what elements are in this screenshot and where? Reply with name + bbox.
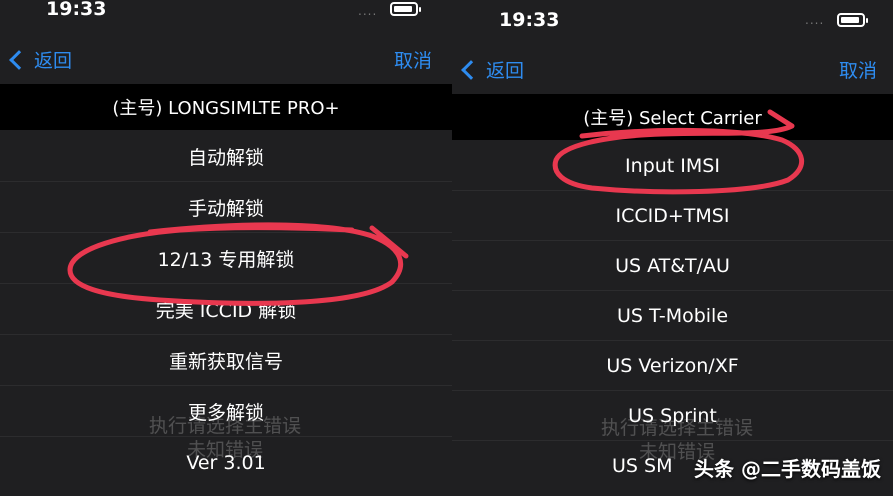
left-screenshot: 19:33 .... 返回 取消 (主号) LONGSIMLTE PRO+ 自动… [0, 0, 452, 496]
cancel-button[interactable]: 取消 [394, 46, 432, 73]
carrier-item-input-imsi[interactable]: Input IMSI [452, 141, 893, 191]
menu-item-version[interactable]: Ver 3.01 [0, 437, 452, 488]
status-time: 19:33 [46, 0, 107, 20]
menu-item-12-13-unlock[interactable]: 12/13 专用解锁 [0, 233, 452, 284]
chevron-left-icon [461, 59, 481, 80]
carrier-item-tmobile[interactable]: US T-Mobile [452, 291, 893, 341]
unlock-menu-list: 自动解锁 手动解锁 12/13 专用解锁 完美 ICCID 解锁 重新获取信号 … [0, 131, 452, 488]
back-label: 返回 [34, 50, 73, 72]
status-bar: 19:33 .... [0, 0, 452, 40]
status-bar: 19:33 .... [452, 0, 893, 40]
signal-icon: .... [805, 13, 825, 27]
chevron-left-icon [9, 49, 29, 70]
menu-item-auto-unlock[interactable]: 自动解锁 [0, 131, 452, 182]
battery-icon [837, 13, 868, 27]
carrier-item-att[interactable]: US AT&T/AU [452, 241, 893, 291]
nav-bar: 返回 取消 [0, 38, 452, 82]
carrier-list: Input IMSI ICCID+TMSI US AT&T/AU US T-Mo… [452, 141, 893, 491]
menu-item-reacquire-signal[interactable]: 重新获取信号 [0, 335, 452, 386]
nav-bar: 返回 取消 [452, 48, 893, 92]
menu-item-iccid-unlock[interactable]: 完美 ICCID 解锁 [0, 284, 452, 335]
back-button[interactable]: 返回 [461, 56, 525, 83]
signal-icon: .... [358, 4, 378, 18]
menu-item-more-unlock[interactable]: 更多解锁 [0, 386, 452, 437]
section-header: (主号) LONGSIMLTE PRO+ [0, 84, 452, 130]
carrier-item-verizon[interactable]: US Verizon/XF [452, 341, 893, 391]
carrier-item-sprint[interactable]: US Sprint [452, 391, 893, 441]
right-screenshot: 19:33 .... 返回 取消 (主号) Select Carrier Inp… [452, 0, 893, 496]
back-button[interactable]: 返回 [9, 46, 73, 73]
menu-item-manual-unlock[interactable]: 手动解锁 [0, 182, 452, 233]
status-time: 19:33 [499, 9, 560, 31]
section-header: (主号) Select Carrier [452, 94, 893, 140]
back-label: 返回 [486, 60, 525, 82]
watermark-text: 头条 @二手数码盖饭 [694, 457, 881, 481]
carrier-item-iccid-tmsi[interactable]: ICCID+TMSI [452, 191, 893, 241]
cancel-button[interactable]: 取消 [839, 56, 877, 83]
battery-icon [390, 2, 421, 16]
